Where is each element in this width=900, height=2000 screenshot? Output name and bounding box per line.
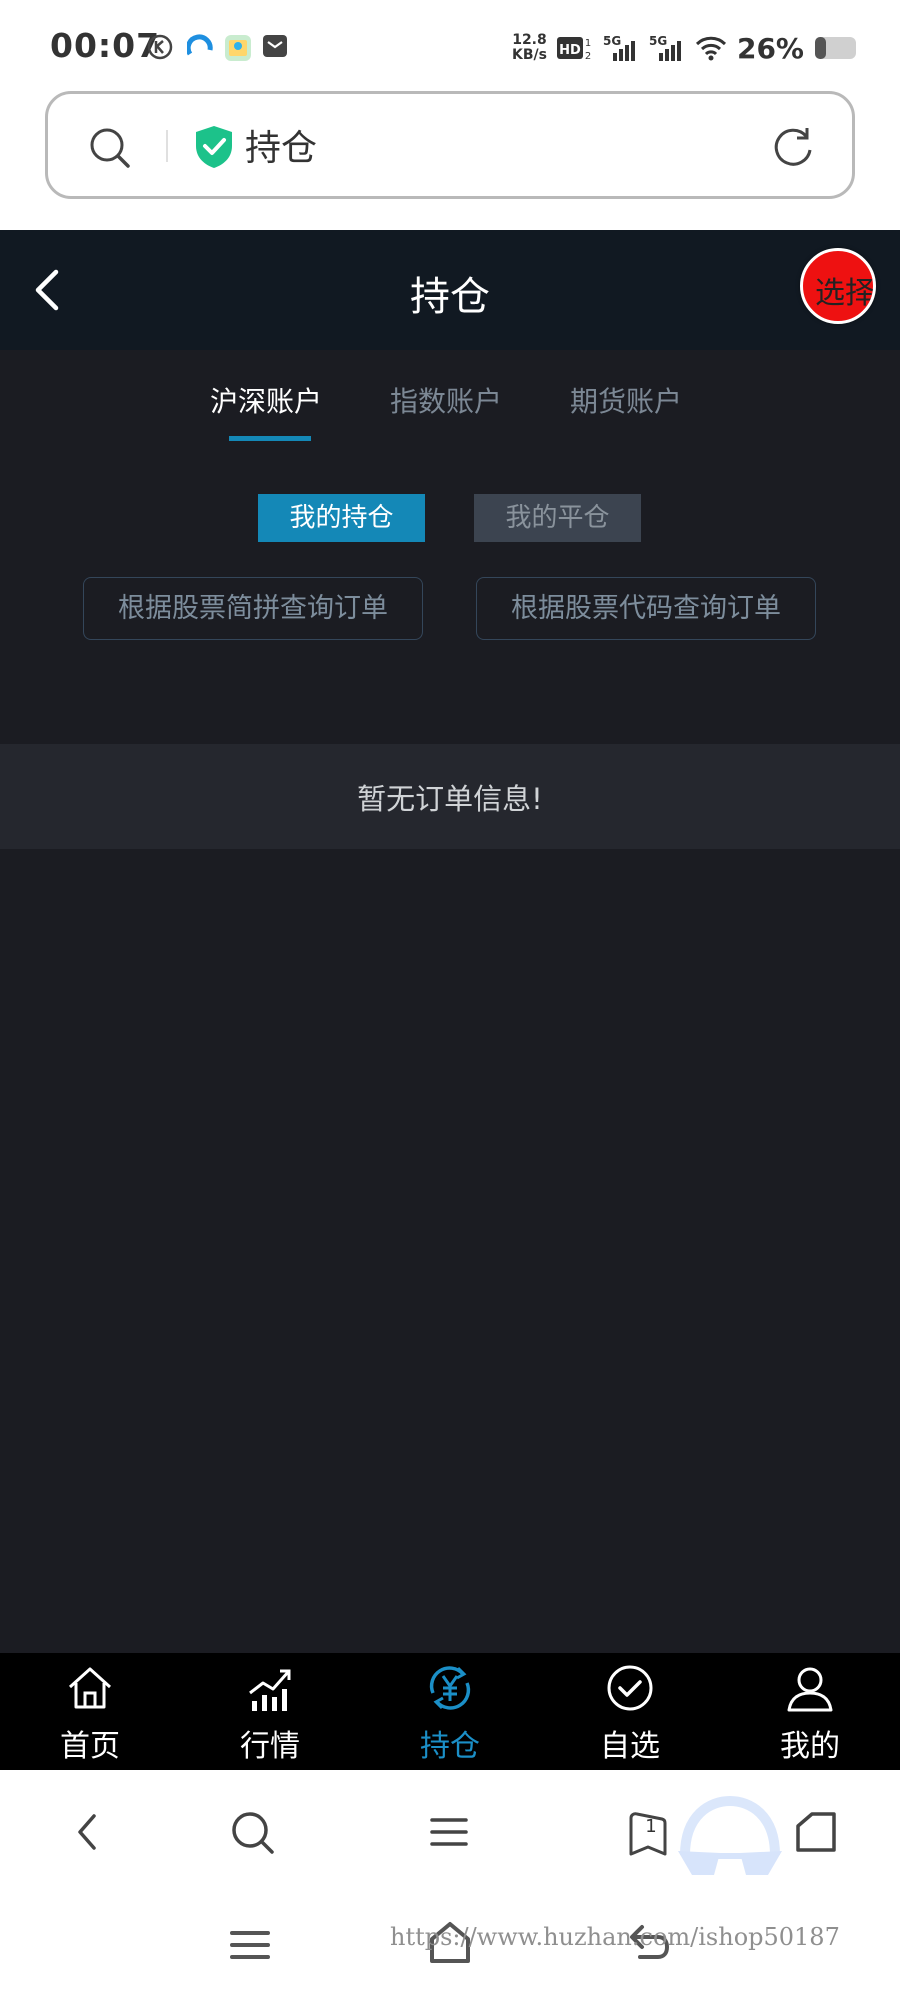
mascot-icon — [678, 1795, 782, 1875]
hd-icon: HD 1 2 — [556, 37, 591, 62]
active-tab-indicator — [229, 436, 311, 441]
signal-5g-icon-2: 5G — [649, 34, 681, 61]
page-title: 持仓 — [410, 274, 490, 320]
nav-label-holdings: 持仓 — [420, 1729, 480, 1764]
mail-icon — [263, 35, 287, 57]
battery-percent: 26% — [736, 31, 804, 65]
watermark-url: https://www.huzhan.com/ishop50187 — [390, 1923, 840, 1951]
query-by-pinyin-button[interactable]: 根据股票简拼查询订单 — [83, 577, 423, 640]
query-by-code-button[interactable]: 根据股票代码查询订单 — [476, 577, 816, 640]
network-speed: 12.8 KB/s — [512, 33, 547, 63]
empty-orders-message: 暂无订单信息! — [357, 782, 543, 816]
browser-back-icon[interactable] — [68, 1810, 108, 1854]
app-header: 持仓 — [0, 230, 900, 350]
status-right: 12.8 KB/s HD 1 2 5G 5G 26% — [512, 28, 860, 68]
language-select-label: 选择语 — [815, 276, 875, 311]
secure-shield-icon — [196, 126, 232, 168]
nav-label-profile: 我的 — [780, 1729, 840, 1764]
nav-item-market[interactable]: 行情 — [200, 1653, 340, 1770]
nav-label-home: 首页 — [60, 1729, 120, 1764]
address-divider — [166, 130, 168, 162]
home-hexagon-icon[interactable] — [794, 1810, 840, 1856]
svg-text:1: 1 — [585, 38, 591, 49]
menu-icon[interactable] — [428, 1810, 470, 1854]
nav-label-watchlist: 自选 — [600, 1729, 660, 1764]
nav-item-watchlist[interactable]: 自选 — [560, 1653, 700, 1770]
refresh-icon[interactable] — [770, 124, 816, 170]
svg-text:HD: HD — [559, 43, 581, 58]
status-time: 00:07 — [50, 26, 161, 65]
svg-text:2: 2 — [585, 51, 591, 62]
tab-shenzhen-shanghai-account[interactable]: 沪深账户 — [210, 380, 322, 420]
address-bar[interactable]: 持仓 — [45, 91, 855, 199]
browser-search-icon[interactable] — [230, 1810, 276, 1856]
search-icon[interactable] — [88, 126, 132, 170]
signal-5g-icon: 5G — [603, 34, 635, 61]
my-closed-positions-button[interactable]: 我的平仓 — [474, 494, 641, 542]
wifi-icon — [695, 36, 727, 61]
nav-item-holdings[interactable]: 持仓 — [380, 1653, 520, 1770]
net-speed-unit: KB/s — [512, 47, 547, 63]
nav-label-market: 行情 — [240, 1729, 300, 1764]
nav-item-home[interactable]: 首页 — [20, 1653, 160, 1770]
language-select-badge[interactable]: 选择语 — [800, 248, 876, 324]
empty-orders-panel: 暂无订单信息! — [0, 744, 900, 849]
net-speed-value: 12.8 — [512, 32, 547, 48]
tab-count: 1 — [645, 1816, 657, 1837]
status-bar: 00:07 12.8 KB/s HD 1 2 5G 5G 26% — [0, 0, 900, 90]
svg-text:5G: 5G — [649, 34, 667, 48]
checkmark-icon — [607, 1665, 653, 1711]
svg-text:5G: 5G — [603, 34, 621, 48]
my-holdings-button[interactable]: 我的持仓 — [258, 494, 425, 542]
tab-futures-account[interactable]: 期货账户 — [570, 380, 682, 420]
k-app-icon — [147, 34, 173, 60]
app-main: 沪深账户 指数账户 期货账户 我的持仓 我的平仓 根据股票简拼查询订单 根据股票… — [0, 350, 900, 1653]
browser-app-icon — [187, 34, 213, 56]
nav-item-profile[interactable]: 我的 — [740, 1653, 880, 1770]
yuan-icon — [429, 1666, 471, 1710]
system-recents-icon[interactable] — [228, 1925, 272, 1965]
map-app-icon — [225, 35, 251, 61]
tab-index-account[interactable]: 指数账户 — [390, 380, 502, 420]
battery-icon — [815, 37, 856, 59]
home-icon — [68, 1667, 112, 1709]
address-text[interactable]: 持仓 — [245, 119, 317, 171]
bottom-nav: 首页 行情 持仓 自选 我的 — [0, 1653, 900, 1770]
chart-icon — [249, 1669, 291, 1711]
user-icon — [787, 1667, 833, 1712]
